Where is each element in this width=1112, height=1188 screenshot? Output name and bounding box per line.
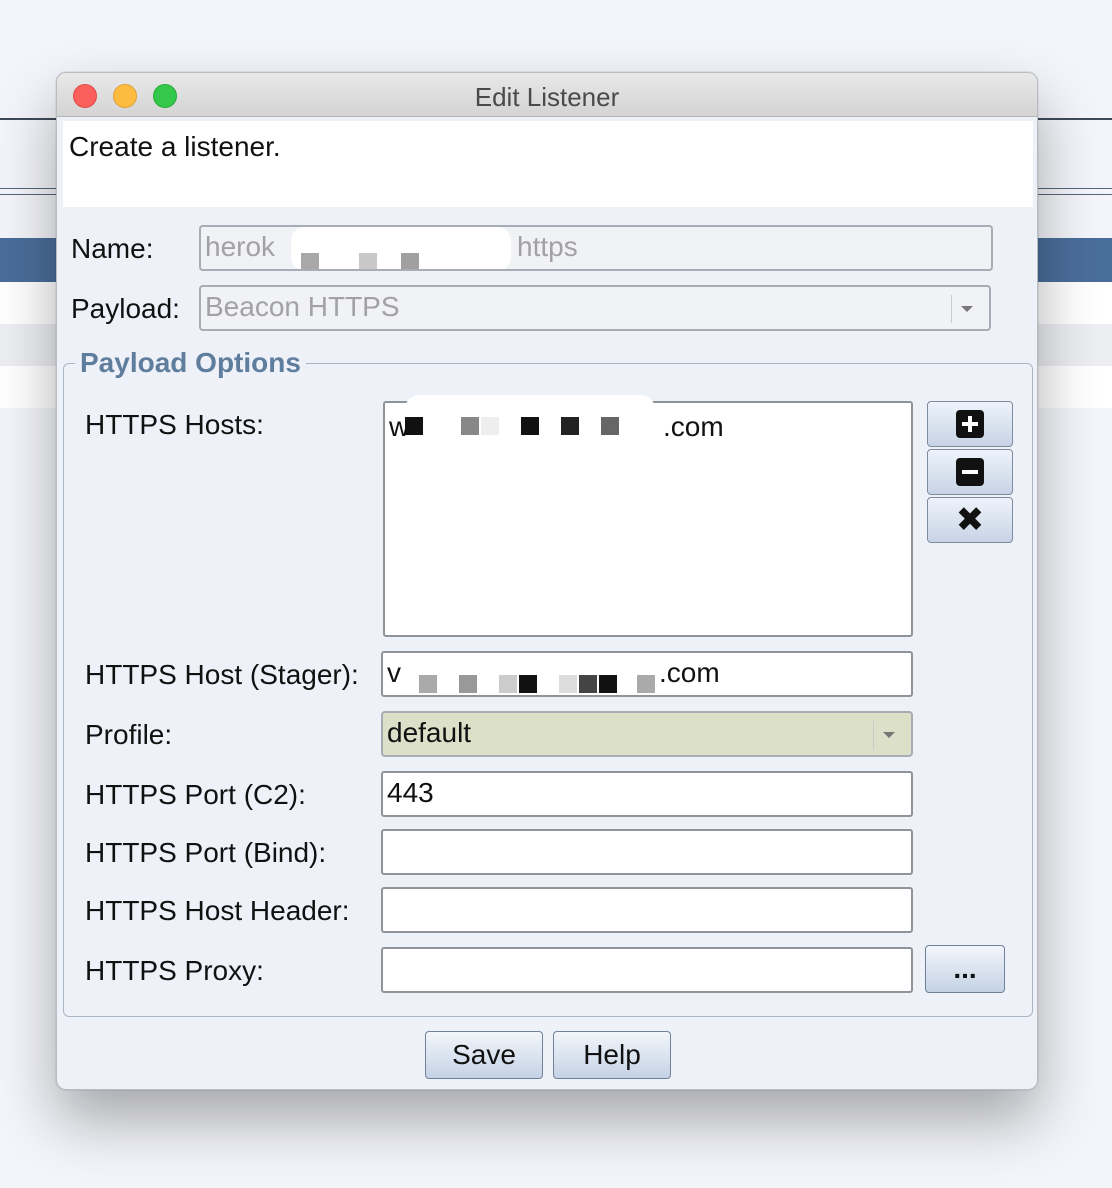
profile-select[interactable]: default — [381, 711, 913, 757]
payload-label: Payload: — [71, 293, 180, 324]
host-header-field[interactable] — [381, 887, 913, 933]
window-title: Edit Listener — [474, 82, 620, 112]
stager-suffix: .com — [659, 657, 720, 688]
name-label: Name: — [71, 233, 154, 264]
payload-select[interactable]: Beacon HTTPS — [199, 285, 991, 331]
clear-hosts-button[interactable]: ✖ — [927, 497, 1013, 543]
chevron-down-icon[interactable] — [873, 721, 903, 749]
name-value-start: herok — [205, 231, 276, 262]
profile-value: default — [387, 717, 472, 748]
edit-listener-dialog: Edit Listener Create a listener. Name: h… — [56, 72, 1038, 1090]
remove-host-button[interactable] — [927, 449, 1013, 495]
add-host-button[interactable] — [927, 401, 1013, 447]
name-value-end: https — [517, 231, 578, 262]
host-stager-field[interactable]: v .com — [381, 651, 913, 697]
proxy-settings-button[interactable]: ... — [925, 945, 1005, 993]
save-button[interactable]: Save — [425, 1031, 543, 1079]
redaction-pixel — [405, 417, 423, 435]
description-text: Create a listener. — [69, 131, 281, 162]
redaction-pixel — [481, 417, 499, 435]
proxy-label: HTTPS Proxy: — [85, 955, 264, 986]
name-field[interactable]: herok https — [199, 225, 993, 271]
redaction-pixel — [419, 675, 437, 693]
redaction-pixel — [301, 253, 319, 269]
description-panel: Create a listener. — [63, 121, 1033, 207]
help-button[interactable]: Help — [553, 1031, 671, 1079]
port-bind-label: HTTPS Port (Bind): — [85, 837, 327, 868]
redaction-pixel — [601, 417, 619, 435]
port-bind-field[interactable] — [381, 829, 913, 875]
redaction-pixel — [461, 417, 479, 435]
redaction-pixel — [499, 675, 517, 693]
payload-options-title: Payload Options — [75, 347, 306, 379]
close-icon: ✖ — [955, 501, 985, 539]
chevron-down-icon[interactable] — [951, 295, 981, 323]
title-bar[interactable]: Edit Listener — [57, 73, 1037, 117]
port-c2-label: HTTPS Port (C2): — [85, 779, 306, 810]
plus-icon — [956, 410, 984, 438]
minus-icon — [956, 458, 984, 486]
payload-value: Beacon HTTPS — [205, 291, 400, 322]
redaction-pixel — [561, 417, 579, 435]
redaction-pixel — [359, 253, 377, 269]
profile-label: Profile: — [85, 719, 173, 750]
redaction-pixel — [599, 675, 617, 693]
host-stager-label: HTTPS Host (Stager): — [85, 659, 359, 690]
redaction-pixel — [521, 417, 539, 435]
https-hosts-label: HTTPS Hosts: — [85, 409, 264, 440]
redaction-pixel — [559, 675, 577, 693]
stager-prefix: v — [387, 657, 401, 688]
port-c2-field[interactable]: 443 — [381, 771, 913, 817]
proxy-field[interactable] — [381, 947, 913, 993]
redaction-pixel — [519, 675, 537, 693]
redaction-pixel — [401, 253, 419, 269]
host-header-label: HTTPS Host Header: — [85, 895, 350, 926]
host-suffix: .com — [663, 411, 724, 442]
redaction-pixel — [459, 675, 477, 693]
redaction-pixel — [579, 675, 597, 693]
https-hosts-list[interactable]: w .com — [383, 395, 913, 637]
redaction-pixel — [637, 675, 655, 693]
